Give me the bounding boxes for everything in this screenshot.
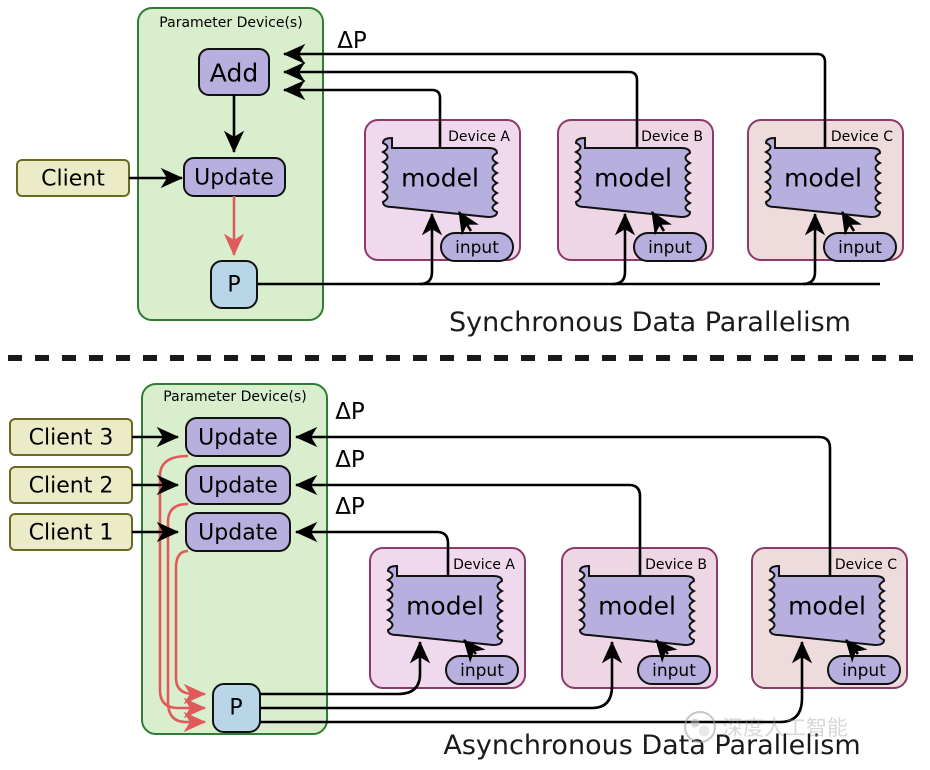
async-device-c-title: Device C <box>835 557 897 573</box>
sync-add-node[interactable]: Add <box>198 48 270 96</box>
sync-update-label: Update <box>194 166 274 191</box>
async-model-b: model <box>577 564 697 647</box>
sync-model-c-label: model <box>784 164 862 193</box>
async-update-2-label: Update <box>198 474 278 499</box>
async-update-node-2[interactable]: Update <box>185 465 291 505</box>
async-client-1-label: Client 1 <box>29 521 114 546</box>
wechat-logo-bubble2-icon <box>698 725 710 737</box>
async-model-b-label: model <box>598 592 676 621</box>
sync-model-b-label: model <box>594 164 672 193</box>
sync-model-a: model <box>380 136 500 219</box>
async-input-a-label: input <box>460 661 504 681</box>
wechat-logo-bubble-icon <box>690 718 700 728</box>
async-client-2-label: Client 2 <box>29 474 114 499</box>
data-parallelism-diagram: Parameter Device(s) Device A Device B De… <box>8 7 922 761</box>
sync-input-c-label: input <box>838 238 882 258</box>
sync-add-label: Add <box>210 59 258 88</box>
async-model-a: model <box>385 564 505 647</box>
async-p-label: P <box>229 696 242 721</box>
async-update-node-3[interactable]: Update <box>185 417 291 457</box>
async-client-3-label: Client 3 <box>29 426 114 451</box>
sync-p-label: P <box>227 273 240 298</box>
async-model-a-label: model <box>406 592 484 621</box>
sync-input-b-label: input <box>648 238 692 258</box>
sync-p-node[interactable]: P <box>210 260 258 309</box>
async-input-b-label: input <box>652 661 696 681</box>
async-device-a-title: Device A <box>453 557 515 573</box>
async-delta-p-label-2: ΔP <box>335 447 365 473</box>
sync-input-a-label: input <box>455 238 499 258</box>
async-update-3-label: Update <box>198 426 278 451</box>
async-parameter-group-label: Parameter Device(s) <box>163 389 306 405</box>
async-broadcast-branch-c <box>260 640 813 724</box>
sync-model-a-label: model <box>401 164 479 193</box>
async-input-c-label: input <box>842 661 886 681</box>
sync-update-node[interactable]: Update <box>183 157 286 197</box>
diagram-canvas: Parameter Device(s) Device A Device B De… <box>0 0 930 770</box>
sync-parameter-group-label: Parameter Device(s) <box>159 15 302 31</box>
async-p-node[interactable]: P <box>212 683 261 733</box>
async-param-broadcast-wires <box>260 640 813 724</box>
async-update-1-label: Update <box>198 521 278 546</box>
sync-client-label: Client <box>41 167 105 192</box>
async-device-b-title: Device B <box>645 557 707 573</box>
async-delta-p-label-1: ΔP <box>335 494 365 520</box>
sync-model-c: model <box>763 136 883 219</box>
sync-delta-p-label: ΔP <box>337 28 367 54</box>
async-model-c-label: model <box>788 592 866 621</box>
sync-caption: Synchronous Data Parallelism <box>449 307 851 338</box>
sync-model-b: model <box>573 136 693 219</box>
sync-device-c-title: Device C <box>831 129 893 145</box>
watermark: 深度人工智能 <box>684 711 848 743</box>
async-model-c: model <box>767 564 887 647</box>
sync-device-b-title: Device B <box>641 129 703 145</box>
sync-device-a-title: Device A <box>448 129 510 145</box>
async-update-node-1[interactable]: Update <box>185 512 291 552</box>
async-delta-p-label-3: ΔP <box>335 399 365 425</box>
sync-client[interactable]: Client <box>16 159 130 197</box>
watermark-text: 深度人工智能 <box>722 716 848 740</box>
